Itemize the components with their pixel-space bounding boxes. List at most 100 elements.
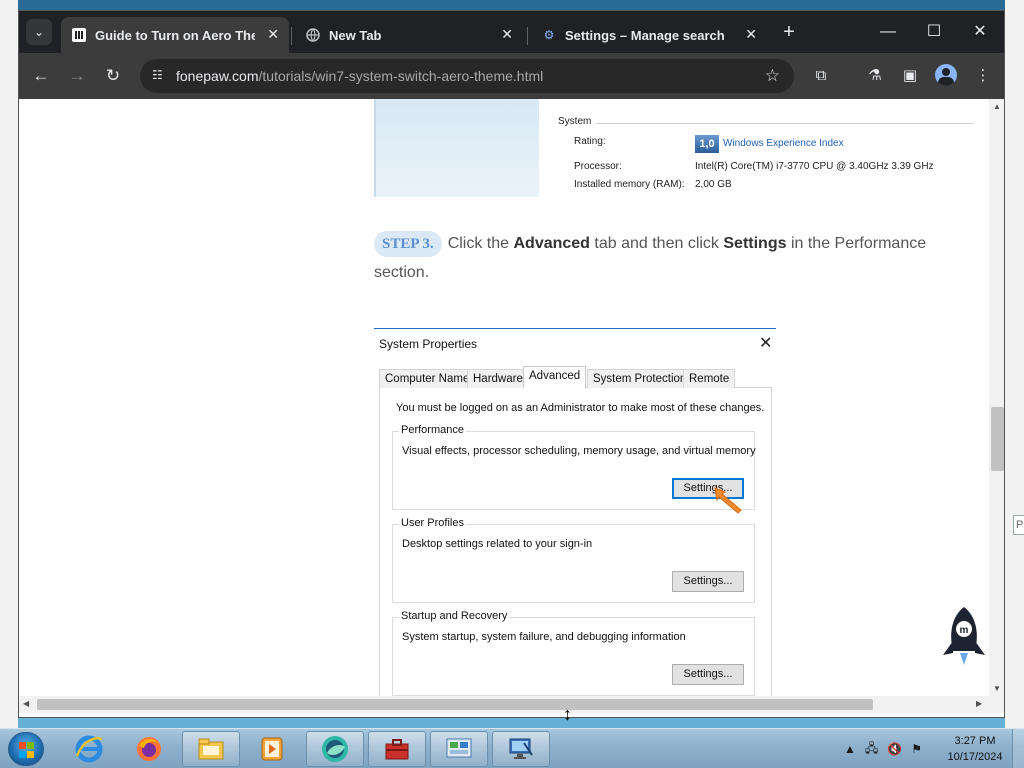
tab-strip: ⌄ Guide to Turn on Aero Theme ✕ New Tab … <box>19 11 1004 53</box>
forward-button[interactable]: → <box>65 64 89 88</box>
fonepaw-icon <box>71 27 87 43</box>
vertical-scrollbar[interactable]: ▲ ▼ <box>989 99 1004 696</box>
windows-experience-index-link: Windows Experience Index <box>723 138 844 149</box>
clock-date: 10/17/2024 <box>947 751 1003 763</box>
remote-desktop-icon[interactable] <box>492 731 550 767</box>
bookmark-star-icon[interactable]: ☆ <box>765 66 780 86</box>
show-desktop-button[interactable] <box>1012 729 1024 768</box>
url-text: fonepaw.com/tutorials/win7-system-switch… <box>176 68 544 84</box>
step-instruction: STEP 3. Click the Advanced tab and then c… <box>374 229 964 287</box>
group-title: Startup and Recovery <box>399 610 510 622</box>
chevron-down-icon: ⌄ <box>33 25 45 39</box>
profile-avatar-icon[interactable] <box>935 64 957 86</box>
scroll-up-icon[interactable]: ▲ <box>993 102 1001 111</box>
browser-toolbar: ← → ↻ ☷ fonepaw.com/tutorials/win7-syste… <box>19 53 1004 99</box>
tab-title: Guide to Turn on Aero Theme <box>95 27 255 43</box>
toolbox-icon[interactable] <box>368 731 426 767</box>
horizontal-scrollbar[interactable]: ◀ ▶ <box>19 696 1004 713</box>
screenshot-side-panel <box>374 99 539 197</box>
address-bar[interactable]: ☷ fonepaw.com/tutorials/win7-system-swit… <box>140 59 794 93</box>
vertical-scroll-thumb[interactable] <box>991 407 1004 471</box>
tab-title: Settings – Manage search engi <box>565 27 725 43</box>
processor-label: Processor: <box>574 161 622 172</box>
system-heading: System <box>558 116 592 127</box>
tab-settings-search-engines[interactable]: ⚙ Settings – Manage search engi ✕ <box>531 17 767 53</box>
memory-value: 2,00 GB <box>695 179 732 190</box>
user-profiles-settings-button: Settings... <box>672 571 744 592</box>
scroll-down-icon[interactable]: ▼ <box>993 684 1001 693</box>
close-window-button[interactable]: ✕ <box>957 19 1003 45</box>
browser-window: ⌄ Guide to Turn on Aero Theme ✕ New Tab … <box>18 10 1005 718</box>
extensions-icon[interactable]: ⧉ <box>809 64 833 88</box>
site-info-icon[interactable]: ☷ <box>152 68 168 84</box>
step-badge: STEP 3. <box>374 231 442 257</box>
start-button[interactable] <box>8 732 44 766</box>
dialog-tab-hardware: Hardware <box>467 369 529 388</box>
clock[interactable]: 3:27 PM 10/17/2024 <box>944 733 1006 765</box>
divider <box>596 123 974 124</box>
group-description: Visual effects, processor scheduling, me… <box>402 445 756 457</box>
close-tab-icon[interactable]: ✕ <box>745 26 757 43</box>
user-profiles-group: User Profiles Desktop settings related t… <box>392 517 755 603</box>
media-player-icon[interactable] <box>243 731 301 767</box>
dialog-tab-advanced: Advanced <box>523 366 587 388</box>
step-text: tab and then click <box>589 235 724 252</box>
internet-explorer-icon[interactable] <box>60 731 118 767</box>
back-button[interactable]: ← <box>29 64 53 88</box>
system-tray: ▲ 🖧 🔇 ⚑ <box>844 739 931 759</box>
close-tab-icon[interactable]: ✕ <box>501 26 513 43</box>
admin-note: You must be logged on as an Administrato… <box>396 402 765 414</box>
rocket-widget-icon[interactable]: m <box>939 605 989 671</box>
tab-new-tab[interactable]: New Tab ✕ <box>295 17 523 53</box>
control-panel-icon[interactable] <box>430 731 488 767</box>
chrome-like-icon[interactable] <box>306 731 364 767</box>
more-menu-icon[interactable]: ⋮ <box>971 64 995 88</box>
group-title: User Profiles <box>399 517 466 529</box>
scroll-right-icon[interactable]: ▶ <box>976 699 982 708</box>
dialog-tab-system-protection: System Protection <box>587 369 693 388</box>
rating-badge: 1,0 <box>695 135 719 153</box>
system-info-screenshot: System Rating: 1,0 Windows Experience In… <box>374 99 974 197</box>
scroll-left-icon[interactable]: ◀ <box>23 699 29 708</box>
group-title: Performance <box>399 424 466 436</box>
dialog-tab-remote: Remote <box>683 369 736 388</box>
labs-flask-icon[interactable]: ⚗ <box>863 64 887 88</box>
processor-value: Intel(R) Core(TM) i7-3770 CPU @ 3.40GHz … <box>695 161 934 172</box>
maximize-button[interactable]: ☐ <box>911 19 957 45</box>
group-description: Desktop settings related to your sign-in <box>402 538 593 550</box>
minimize-button[interactable]: — <box>865 19 911 45</box>
desktop-right-window-edge: P <box>1005 0 1024 728</box>
memory-label: Installed memory (RAM): <box>574 179 685 190</box>
tab-separator <box>291 27 292 45</box>
globe-icon <box>305 27 321 43</box>
tab-separator <box>527 27 528 45</box>
clock-time: 3:27 PM <box>954 735 996 747</box>
gear-icon: ⚙ <box>543 28 555 42</box>
reload-button[interactable]: ↻ <box>101 64 125 88</box>
step-text: Click the <box>447 235 514 252</box>
svg-text:m: m <box>960 625 969 636</box>
close-tab-icon[interactable]: ✕ <box>267 26 279 43</box>
rating-label: Rating: <box>574 136 606 147</box>
dialog-title: System Properties <box>379 337 478 351</box>
volume-muted-icon[interactable]: 🔇 <box>887 742 902 756</box>
tab-guide-aero-theme[interactable]: Guide to Turn on Aero Theme ✕ <box>61 17 289 53</box>
action-center-flag-icon[interactable]: ⚑ <box>911 742 922 756</box>
startup-recovery-group: Startup and Recovery System startup, sys… <box>392 610 755 696</box>
tab-search-button[interactable]: ⌄ <box>26 19 52 45</box>
page-viewport: System Rating: 1,0 Windows Experience In… <box>19 99 989 696</box>
horizontal-scroll-thumb[interactable] <box>37 699 873 710</box>
background-window-peek: P <box>1013 515 1024 535</box>
firefox-icon[interactable] <box>120 731 178 767</box>
resize-cursor-icon: ↕ <box>563 704 572 724</box>
new-tab-button[interactable]: + <box>777 21 801 44</box>
network-icon[interactable]: 🖧 <box>865 739 878 760</box>
show-hidden-icons-icon[interactable]: ▲ <box>844 742 856 756</box>
file-explorer-icon[interactable] <box>182 731 240 767</box>
dialog-tab-computer-name: Computer Name <box>379 369 476 388</box>
pointer-arrow-icon <box>714 487 742 514</box>
performance-group: Performance Visual effects, processor sc… <box>392 424 756 510</box>
group-description: System startup, system failure, and debu… <box>402 631 686 643</box>
close-icon: ✕ <box>759 335 773 352</box>
side-panel-icon[interactable]: ▣ <box>898 64 922 88</box>
